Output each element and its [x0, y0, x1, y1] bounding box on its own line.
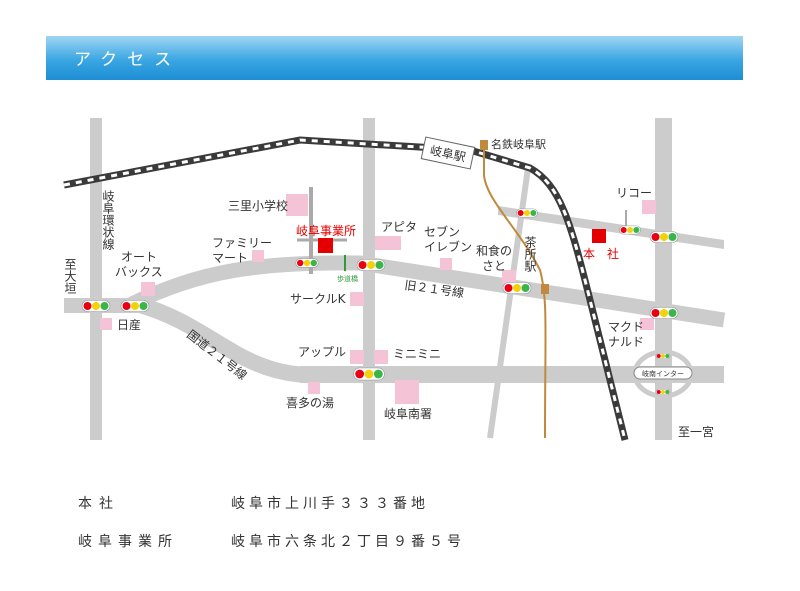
traffic-signal	[81, 300, 111, 312]
landmark-seven-eleven	[440, 258, 452, 270]
traffic-signal	[120, 300, 150, 312]
label-misato-school: 三里小学校	[228, 198, 288, 213]
road-gifu-ring	[90, 118, 102, 440]
label-washoku-1: 和食の	[476, 243, 512, 258]
meitetsu-gifu-station-label: 名鉄岐阜駅	[491, 137, 546, 151]
traffic-signal	[655, 352, 671, 360]
meitetsu-station-marker	[480, 140, 488, 150]
label-police: 岐阜南署	[384, 406, 432, 421]
label-circle-k: サークルK	[290, 292, 347, 306]
label-seven-eleven-1: セブン	[424, 224, 460, 239]
traffic-signal	[502, 282, 532, 294]
label-head-office: 本 社	[583, 246, 619, 261]
gifu-station-sign: 岐阜駅	[420, 136, 476, 170]
landmark-apple	[350, 350, 364, 364]
label-mcdonalds-1: マクド	[608, 320, 644, 334]
label-to-ichinomiya: 至一宮	[678, 424, 714, 439]
label-autobacs-2: バックス	[115, 265, 163, 279]
traffic-signal	[655, 388, 671, 396]
landmark-misato-school	[286, 194, 308, 216]
access-map: 岐阜駅 名鉄岐阜駅 歩道橋 至大垣 岐阜環状線 オート バックス 日産 ファミリ…	[63, 118, 726, 441]
label-to-ogaki: 至大垣	[63, 258, 77, 294]
label-seven-eleven-2: イレブン	[424, 239, 472, 254]
road-central-vertical	[363, 118, 375, 440]
landmark-ricoh	[642, 200, 656, 214]
traffic-signal	[649, 231, 679, 243]
label-apita: アピタ	[381, 220, 417, 234]
label-autobacs-1: オート	[121, 250, 157, 264]
label-mcdonalds-2: ナルド	[608, 335, 644, 349]
label-apple: アップル	[298, 345, 346, 359]
label-family-mart-1: ファミリー	[212, 236, 272, 250]
traffic-signal	[356, 259, 386, 271]
chasho-station-marker	[541, 284, 549, 294]
landmark-nissan	[100, 318, 112, 330]
landmark-minimini	[374, 350, 388, 364]
footbridge-label: 歩道橋	[337, 274, 358, 283]
label-minimini: ミニミニ	[393, 347, 441, 361]
label-kitano-yu: 喜多の湯	[286, 396, 334, 410]
label-nissan: 日産	[117, 317, 141, 332]
label-ricoh: リコー	[616, 186, 652, 200]
landmark-circle-k	[350, 292, 364, 306]
traffic-signal	[353, 367, 385, 381]
traffic-signal	[295, 258, 319, 268]
traffic-signal	[516, 208, 538, 218]
landmark-police	[395, 380, 419, 404]
traffic-signal	[649, 307, 679, 319]
landmark-family-mart	[252, 250, 264, 262]
gifu-minami-ic-sign: 岐南インター	[633, 366, 693, 380]
label-family-mart-2: マート	[212, 251, 248, 265]
label-gifu-ring-road: 岐阜環状線	[101, 190, 115, 250]
landmark-autobacs	[141, 282, 155, 296]
label-chasho-station: 茶所駅	[523, 235, 537, 273]
svg-text:岐南インター: 岐南インター	[642, 369, 684, 378]
landmark-kitano-yu	[308, 382, 320, 394]
label-gifu-office: 岐阜事業所	[296, 224, 356, 238]
label-washoku-2: さと	[482, 259, 506, 273]
traffic-signal	[619, 225, 641, 235]
landmark-apita	[375, 236, 401, 250]
